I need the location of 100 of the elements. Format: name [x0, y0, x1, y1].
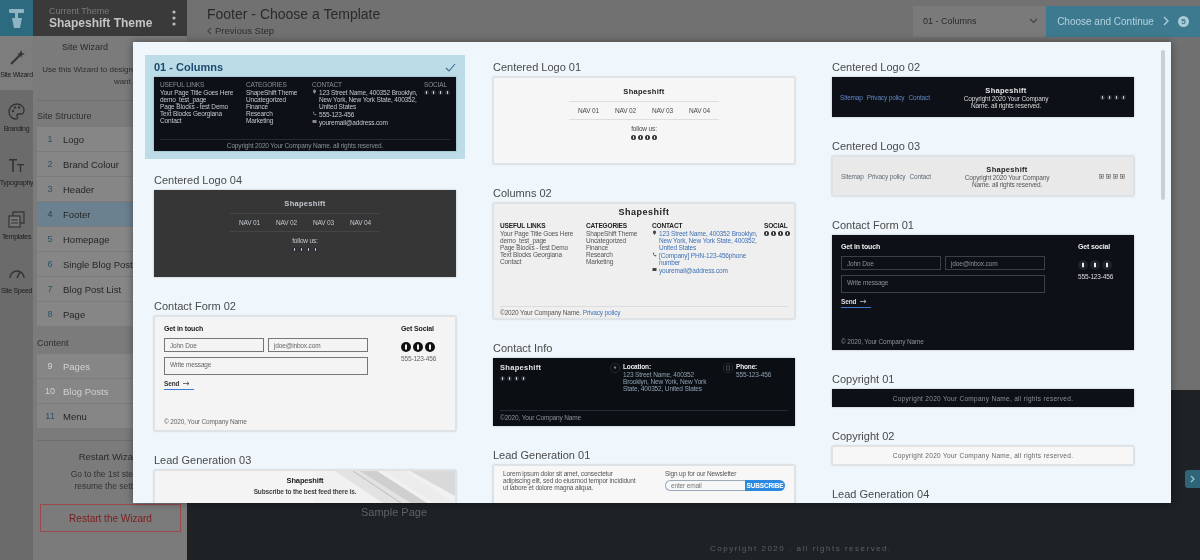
theme-caption: Current Theme — [49, 6, 111, 16]
social-icon — [413, 342, 423, 352]
social-icon — [1090, 260, 1100, 270]
social-icon — [1078, 260, 1088, 270]
template-name[interactable]: Lead Generation 04 — [832, 488, 930, 500]
social-icon — [507, 376, 512, 381]
envelope-icon — [652, 267, 657, 272]
template-name[interactable]: Copyright 02 — [832, 430, 895, 442]
step-item[interactable]: 3 Header — [37, 177, 133, 201]
arrow-right-icon — [860, 299, 868, 304]
social-icon — [785, 231, 790, 236]
social-icon — [306, 247, 311, 252]
selected-card-background[interactable] — [145, 55, 465, 159]
step-number: 10 — [44, 386, 56, 396]
social-icon — [425, 342, 435, 352]
step-item[interactable]: 4 Footer — [37, 202, 133, 226]
social-icon — [521, 376, 526, 381]
wizard-description: want. — [112, 76, 133, 88]
social-icon — [1120, 173, 1125, 179]
magic-wand-icon — [8, 48, 25, 66]
step-number: 7 — [46, 284, 54, 294]
step-number: 9 — [46, 361, 54, 371]
wizard-description: Use this Wizard to design — [41, 64, 133, 76]
chevron-left-icon — [207, 26, 212, 35]
step-badge: 5 — [1177, 15, 1189, 27]
phone-icon — [723, 363, 733, 373]
footer-logo: Shapeshift — [617, 207, 671, 218]
location-pin-icon — [312, 89, 317, 94]
social-icon — [514, 376, 519, 381]
step-label: Brand Colour — [63, 158, 119, 170]
location-pin-icon — [610, 363, 620, 373]
template-select[interactable]: 01 - Columns — [913, 5, 1046, 37]
more-menu-icon[interactable] — [172, 10, 176, 26]
side-tab[interactable] — [1185, 470, 1200, 488]
palette-icon — [8, 102, 25, 120]
social-icon — [778, 231, 783, 236]
chevron-down-icon — [1029, 18, 1038, 24]
step-label: Homepage — [63, 233, 110, 245]
step-item[interactable]: 11 Menu — [37, 404, 133, 428]
step-label: Single Blog Post — [63, 258, 133, 270]
social-icon — [299, 247, 304, 252]
social-icon — [431, 90, 436, 95]
scrollbar-thumb[interactable] — [1161, 50, 1165, 200]
page-title: Footer - Choose a Template — [207, 6, 382, 22]
social-icon — [771, 231, 776, 236]
social-icon — [1113, 173, 1118, 179]
social-icon — [1100, 94, 1105, 100]
step-label: Pages — [63, 360, 90, 372]
step-item[interactable]: 8 Page — [37, 302, 133, 326]
social-icon — [1121, 94, 1126, 100]
step-item[interactable]: 5 Homepage — [37, 227, 133, 251]
template-name[interactable]: Centered Logo 03 — [832, 140, 921, 152]
section-heading: Site Structure — [37, 111, 92, 121]
social-icon — [445, 90, 450, 95]
restart-heading: Restart Wiza — [77, 451, 133, 462]
step-item[interactable]: 2 Brand Colour — [37, 152, 133, 176]
social-icon — [313, 247, 318, 252]
template-name[interactable]: Centered Logo 02 — [832, 61, 921, 73]
social-icon — [438, 90, 443, 95]
template-preview[interactable] — [493, 203, 795, 319]
step-item[interactable]: 6 Single Blog Post — [37, 252, 133, 276]
social-icon — [764, 231, 769, 236]
template-name[interactable]: 01 - Columns — [154, 61, 224, 73]
templates-icon — [8, 210, 25, 228]
social-icon — [1107, 94, 1112, 100]
step-number: 4 — [46, 209, 54, 219]
social-icon — [638, 135, 643, 140]
template-name[interactable]: Lead Generation 03 — [154, 454, 252, 466]
social-icon — [424, 90, 429, 95]
location-pin-icon — [652, 230, 657, 235]
restart-description: resume the sett — [73, 480, 133, 492]
template-name[interactable]: Contact Info — [493, 342, 553, 354]
step-label: Blog Posts — [63, 385, 109, 397]
social-icon — [1114, 94, 1119, 100]
wizard-title: Site Wizard — [61, 42, 109, 52]
social-icon — [292, 247, 297, 252]
step-number: 2 — [46, 159, 54, 169]
chevron-right-icon — [1162, 16, 1169, 26]
template-name[interactable]: Copyright 01 — [832, 373, 895, 385]
checkmark-icon — [445, 62, 456, 72]
social-icon — [500, 376, 505, 381]
template-name[interactable]: Centered Logo 04 — [154, 174, 243, 186]
template-name[interactable]: Contact Form 01 — [832, 219, 914, 231]
step-item[interactable]: 7 Blog Post List — [37, 277, 133, 301]
restart-description: Go to the 1st ste — [69, 468, 133, 480]
step-number: 1 — [46, 134, 54, 144]
chevron-right-icon — [1190, 475, 1195, 483]
social-icon — [645, 135, 650, 140]
arrow-right-icon — [183, 381, 191, 386]
template-preview[interactable] — [154, 77, 456, 151]
social-icon — [1106, 173, 1111, 179]
template-name[interactable]: Columns 02 — [493, 187, 552, 199]
template-name[interactable]: Contact Form 02 — [154, 300, 236, 312]
step-label: Header — [63, 183, 95, 195]
template-name[interactable]: Lead Generation 01 — [493, 449, 591, 461]
step-item[interactable]: 1 Logo — [37, 127, 133, 151]
template-name[interactable]: Centered Logo 01 — [493, 61, 582, 73]
social-icon — [631, 135, 636, 140]
app-logo-icon[interactable] — [0, 0, 33, 36]
step-number: 6 — [46, 259, 54, 269]
